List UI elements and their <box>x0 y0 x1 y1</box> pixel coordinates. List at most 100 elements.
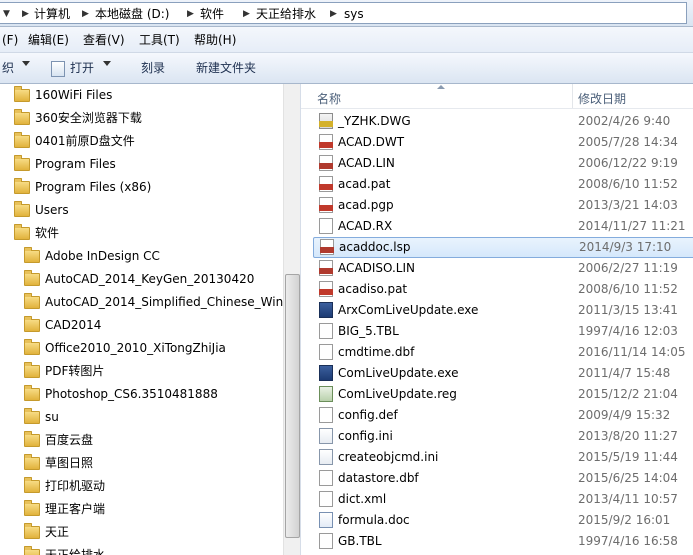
file-date-modified: 2016/11/14 14:05 <box>578 345 686 359</box>
breadcrumb-tianzheng[interactable]: 天正给排水 <box>256 6 316 22</box>
file-row[interactable]: acad.pat 2008/6/10 11:52 <box>313 174 693 195</box>
file-row[interactable]: GB.TBL 1997/4/16 16:58 <box>313 531 693 552</box>
open-file-icon[interactable] <box>51 61 65 77</box>
file-name: config.def <box>338 408 398 422</box>
folder-icon <box>24 339 40 355</box>
nav-item-label: 百度云盘 <box>45 433 94 447</box>
file-row[interactable]: datastore.dbf 2015/6/25 14:04 <box>313 468 693 489</box>
file-row[interactable]: BIG_5.TBL 1997/4/16 12:03 <box>313 321 693 342</box>
file-date-modified: 2014/9/3 17:10 <box>579 240 672 254</box>
file-name: ACAD.DWT <box>338 135 405 149</box>
folder-icon <box>24 316 40 332</box>
folder-icon <box>24 477 40 493</box>
file-row[interactable]: createobjcmd.ini 2015/5/19 11:44 <box>313 447 693 468</box>
folder-icon <box>24 500 40 516</box>
file-row[interactable]: _YZHK.DWG 2002/4/26 9:40 <box>313 111 693 132</box>
file-date-modified: 2014/11/27 11:21 <box>578 219 686 233</box>
breadcrumb-computer[interactable]: 计算机 <box>34 6 70 22</box>
blank-file-icon <box>319 491 333 507</box>
file-date-modified: 2013/8/20 11:27 <box>578 429 678 443</box>
file-name: ComLiveUpdate.exe <box>338 366 459 380</box>
file-type-band <box>319 268 333 274</box>
breadcrumb-drive-d[interactable]: 本地磁盘 (D:) <box>95 6 169 22</box>
menu-help[interactable]: 帮助(H) <box>194 32 236 48</box>
file-row[interactable]: dict.xml 2013/4/11 10:57 <box>313 489 693 510</box>
file-row[interactable]: ArxComLiveUpdate.exe 2011/3/15 13:41 <box>313 300 693 321</box>
file-row[interactable]: config.ini 2013/8/20 11:27 <box>313 426 693 447</box>
menu-edit[interactable]: 编辑(E) <box>28 32 69 48</box>
menu-file[interactable]: (F) <box>2 32 18 48</box>
nav-item-label: Office2010_2010_XiTongZhiJia <box>45 341 226 355</box>
file-row[interactable]: ACAD.LIN 2006/12/22 9:19 <box>313 153 693 174</box>
file-date-modified: 2006/12/22 9:19 <box>578 156 678 170</box>
pgp-file-icon <box>319 197 333 213</box>
file-row[interactable]: ACAD.RX 2014/11/27 11:21 <box>313 216 693 237</box>
file-row[interactable]: formula.doc 2015/9/2 16:01 <box>313 510 693 531</box>
open-button[interactable]: 打开 <box>70 60 94 76</box>
folder-icon <box>24 523 40 539</box>
file-date-modified: 1997/4/16 16:58 <box>578 534 678 548</box>
folder-icon <box>24 408 40 424</box>
file-row[interactable]: ACADISO.LIN 2006/2/27 11:19 <box>313 258 693 279</box>
file-name: ACADISO.LIN <box>338 261 415 275</box>
nav-scrollbar-thumb[interactable] <box>285 274 300 538</box>
blank-file-icon <box>319 218 333 234</box>
chevron-right-icon[interactable]: ▶ <box>330 6 337 22</box>
file-name: _YZHK.DWG <box>338 114 411 128</box>
file-row[interactable]: acad.pgp 2013/3/21 14:03 <box>313 195 693 216</box>
menu-tools[interactable]: 工具(T) <box>139 32 180 48</box>
file-type-band <box>320 247 334 253</box>
file-row[interactable]: config.def 2009/4/9 15:32 <box>313 405 693 426</box>
folder-icon <box>14 178 30 194</box>
file-date-modified: 2008/6/10 11:52 <box>578 282 678 296</box>
ini-file-icon <box>319 449 333 465</box>
file-row[interactable]: ComLiveUpdate.reg 2015/12/2 21:04 <box>313 384 693 405</box>
folder-icon <box>24 385 40 401</box>
file-date-modified: 1997/4/16 12:03 <box>578 324 678 338</box>
file-row[interactable]: acaddoc.lsp 2014/9/3 17:10 <box>313 237 693 258</box>
file-row[interactable]: acadiso.pat 2008/6/10 11:52 <box>313 279 693 300</box>
file-name: ComLiveUpdate.reg <box>338 387 457 401</box>
ini-file-icon <box>319 428 333 444</box>
exe-file-icon <box>319 365 333 381</box>
file-name: dict.xml <box>338 492 387 506</box>
organize-button[interactable]: 织 <box>2 60 14 76</box>
nav-item-label: AutoCAD_2014_Simplified_Chinese_Win_6 <box>45 295 283 309</box>
column-divider[interactable] <box>572 84 573 108</box>
file-row[interactable]: ComLiveUpdate.exe 2011/4/7 15:48 <box>313 363 693 384</box>
open-caret-icon[interactable] <box>103 61 111 66</box>
file-row[interactable]: ACAD.DWT 2005/7/28 14:34 <box>313 132 693 153</box>
navigation-pane: 160WiFi Files 360安全浏览器下载 0401前原D盘文件 Prog… <box>0 84 283 555</box>
burn-button[interactable]: 刻录 <box>141 60 165 76</box>
column-name[interactable]: 名称 <box>317 90 341 107</box>
blank-file-icon <box>319 323 333 339</box>
address-box[interactable]: ▼ ▶ 计算机 ▶ 本地磁盘 (D:) ▶ 软件 ▶ 天正给排水 ▶ sys <box>0 2 687 24</box>
file-name: acadiso.pat <box>338 282 408 296</box>
nav-item-label: 草图日照 <box>45 456 94 470</box>
chevron-right-icon[interactable]: ▶ <box>22 6 29 22</box>
nav-item-label: CAD2014 <box>45 318 102 332</box>
breadcrumb-sys[interactable]: sys <box>344 6 364 22</box>
file-row[interactable]: cmdtime.dbf 2016/11/14 14:05 <box>313 342 693 363</box>
file-date-modified: 2002/4/26 9:40 <box>578 114 671 128</box>
nav-item-label: 天正给排水 <box>45 548 106 555</box>
blank-file-icon <box>319 344 333 360</box>
chevron-right-icon[interactable]: ▶ <box>82 6 89 22</box>
chevron-right-icon[interactable]: ▶ <box>243 6 250 22</box>
file-name: createobjcmd.ini <box>338 450 439 464</box>
chevron-right-icon[interactable]: ▶ <box>187 6 194 22</box>
nav-scrollbar[interactable] <box>283 84 300 555</box>
nav-item-label: AutoCAD_2014_KeyGen_20130420 <box>45 272 255 286</box>
folder-icon <box>14 109 30 125</box>
file-date-modified: 2015/6/25 14:04 <box>578 471 678 485</box>
menu-view[interactable]: 查看(V) <box>83 32 125 48</box>
address-dropdown-icon[interactable]: ▼ <box>3 6 10 22</box>
breadcrumb-software[interactable]: 软件 <box>200 6 224 22</box>
organize-caret-icon[interactable] <box>22 61 30 66</box>
file-type-band <box>319 184 333 190</box>
file-type-band <box>319 121 333 127</box>
column-header: 名称 修改日期 <box>301 84 693 109</box>
column-date-modified[interactable]: 修改日期 <box>578 90 626 107</box>
lin-file-icon <box>319 155 333 171</box>
new-folder-button[interactable]: 新建文件夹 <box>196 60 256 76</box>
